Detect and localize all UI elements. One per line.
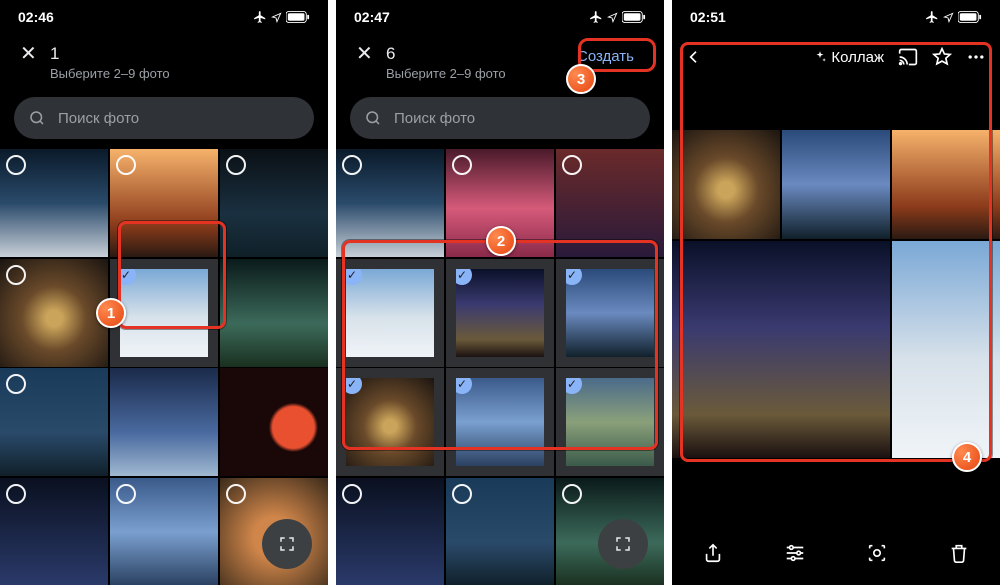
check-icon: ✓ [452, 374, 472, 394]
screen-collage-result: 02:51 Коллаж 4 [672, 0, 1000, 585]
cast-icon[interactable] [898, 47, 918, 67]
photo-thumb-selected[interactable]: ✓ [336, 368, 444, 476]
screen-select-one: 02:46 ✕ 1 Выберите 2–9 фото Поиск фото ✓ [0, 0, 328, 585]
selection-header: ✕ 1 Выберите 2–9 фото [0, 34, 328, 87]
photo-thumb[interactable] [220, 259, 328, 367]
sparkle-icon [813, 50, 827, 64]
expand-icon [278, 535, 296, 553]
photo-thumb-selected[interactable]: ✓ [446, 368, 554, 476]
photo-thumb-selected[interactable]: ✓ [110, 259, 218, 367]
search-placeholder: Поиск фото [58, 110, 139, 127]
selection-hint: Выберите 2–9 фото [386, 66, 567, 81]
photo-thumb[interactable] [446, 149, 554, 257]
select-ring-icon [562, 155, 582, 175]
select-ring-icon [6, 155, 26, 175]
more-icon[interactable] [966, 47, 986, 67]
photo-thumb[interactable] [110, 149, 218, 257]
check-icon: ✓ [116, 265, 136, 285]
battery-icon [286, 11, 310, 23]
selection-count: 6 [386, 44, 567, 64]
search-placeholder: Поиск фото [394, 110, 475, 127]
photo-thumb-selected[interactable]: ✓ [556, 368, 664, 476]
photo-thumb[interactable] [556, 149, 664, 257]
check-icon: ✓ [562, 265, 582, 285]
statusbar: 02:46 [0, 0, 328, 34]
photo-thumb-selected[interactable]: ✓ [336, 259, 444, 367]
close-icon[interactable]: ✕ [20, 44, 42, 64]
battery-icon [622, 11, 646, 23]
selection-count: 1 [50, 44, 308, 64]
selection-header: ✕ 6 Выберите 2–9 фото Создать [336, 34, 664, 87]
back-icon[interactable] [686, 49, 702, 65]
viewer-toolbar [672, 521, 1000, 585]
photo-thumb[interactable] [0, 368, 108, 476]
photo-thumb[interactable] [0, 149, 108, 257]
photo-thumb[interactable] [0, 478, 108, 585]
photo-thumb[interactable] [336, 478, 444, 585]
check-icon: ✓ [342, 265, 362, 285]
check-icon: ✓ [452, 265, 472, 285]
select-ring-icon [226, 155, 246, 175]
share-icon[interactable] [702, 542, 724, 564]
tune-icon[interactable] [784, 542, 806, 564]
select-ring-icon [562, 484, 582, 504]
select-ring-icon [342, 484, 362, 504]
battery-icon [958, 11, 982, 23]
statusbar: 02:47 [336, 0, 664, 34]
fullscreen-fab[interactable] [262, 519, 312, 569]
create-button[interactable]: Создать [567, 44, 644, 69]
close-icon[interactable]: ✕ [356, 44, 378, 64]
selection-hint: Выберите 2–9 фото [50, 66, 308, 81]
search-input[interactable]: Поиск фото [350, 97, 650, 139]
photo-thumb[interactable] [446, 478, 554, 585]
select-ring-icon [452, 155, 472, 175]
statusbar: 02:51 [672, 0, 1000, 34]
airplane-icon [925, 10, 939, 24]
fullscreen-fab[interactable] [598, 519, 648, 569]
lens-icon[interactable] [866, 542, 888, 564]
status-time: 02:51 [690, 9, 726, 25]
expand-icon [614, 535, 632, 553]
select-ring-icon [116, 155, 136, 175]
location-icon [607, 12, 618, 23]
select-ring-icon [6, 265, 26, 285]
viewer-title: Коллаж [813, 49, 884, 66]
status-time: 02:47 [354, 9, 390, 25]
photo-thumb[interactable] [220, 368, 328, 476]
check-icon: ✓ [562, 374, 582, 394]
star-icon[interactable] [932, 47, 952, 67]
collage-image[interactable] [672, 130, 1000, 458]
photo-thumb[interactable] [110, 368, 218, 476]
check-icon: ✓ [342, 374, 362, 394]
photo-thumb[interactable] [110, 478, 218, 585]
airplane-icon [589, 10, 603, 24]
photo-thumb-selected[interactable]: ✓ [556, 259, 664, 367]
status-time: 02:46 [18, 9, 54, 25]
select-ring-icon [452, 484, 472, 504]
select-ring-icon [226, 484, 246, 504]
location-icon [943, 12, 954, 23]
select-ring-icon [6, 484, 26, 504]
photo-thumb[interactable] [220, 149, 328, 257]
screen-select-six: 02:47 ✕ 6 Выберите 2–9 фото Создать Поис… [336, 0, 664, 585]
select-ring-icon [6, 374, 26, 394]
search-input[interactable]: Поиск фото [14, 97, 314, 139]
photo-thumb-selected[interactable]: ✓ [446, 259, 554, 367]
airplane-icon [253, 10, 267, 24]
viewer-header: Коллаж [672, 34, 1000, 80]
photo-thumb[interactable] [336, 149, 444, 257]
select-ring-icon [116, 484, 136, 504]
trash-icon[interactable] [948, 542, 970, 564]
search-icon [28, 109, 46, 127]
select-ring-icon [342, 155, 362, 175]
photo-thumb[interactable] [0, 259, 108, 367]
location-icon [271, 12, 282, 23]
search-icon [364, 109, 382, 127]
